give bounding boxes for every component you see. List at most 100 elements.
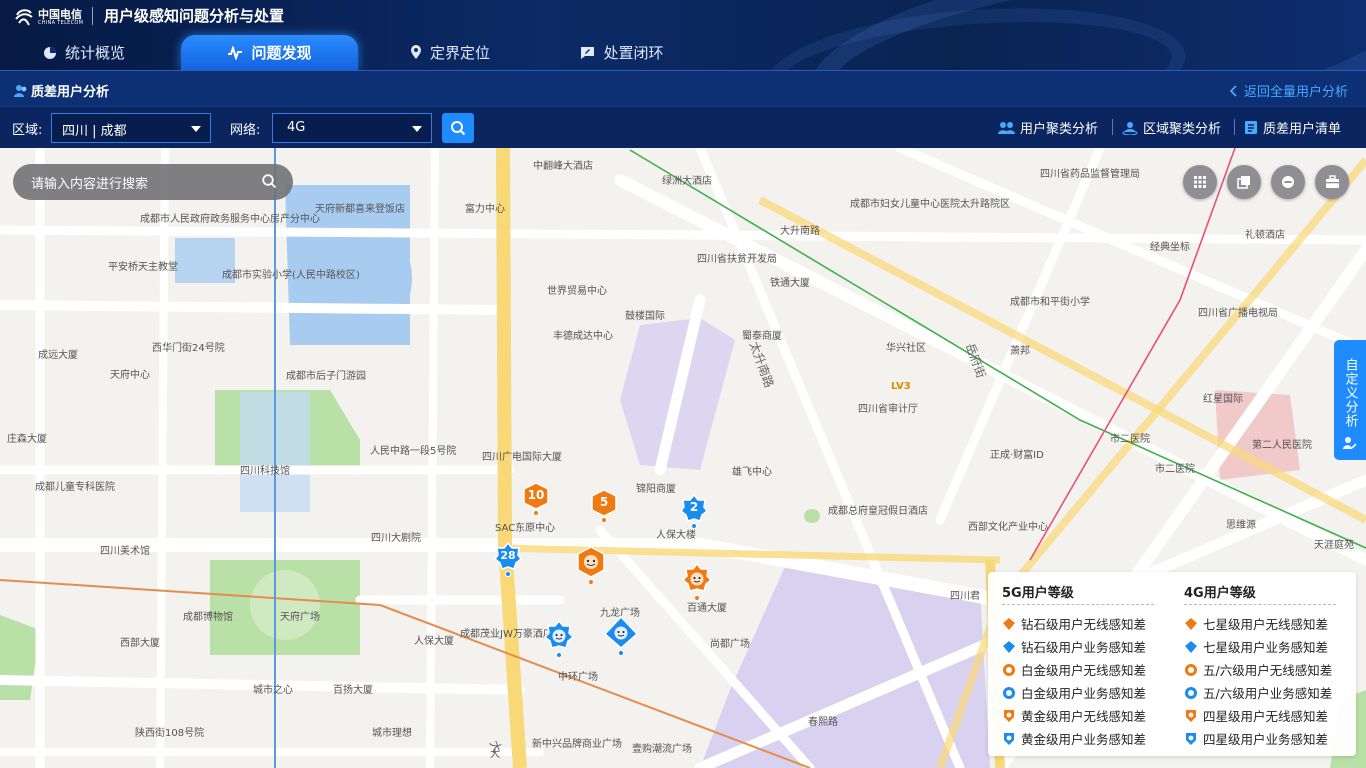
legend-item-label: 七星级用户无线感知差 [1203,617,1329,632]
list-icon [1245,121,1257,134]
legend-item: 白金级用户无线感知差 [1002,660,1146,679]
map-place-label: 人保大厦 [414,636,454,647]
network-select[interactable]: 4G [272,113,432,143]
map-place-label: 思维源 [1226,520,1256,531]
layers-tool-button[interactable] [1227,165,1261,199]
map-place-label: 成都茂业JW万豪酒店 [460,629,553,640]
legend-item-label: 四星级用户业务感知差 [1203,732,1329,747]
map-search-input[interactable]: 请输入内容进行搜索 [13,164,293,200]
custom-analysis-label: 自定义分析 [1342,358,1358,428]
blue-diamond-marker-icon [603,615,639,656]
logo-en: CHINA TELECOM [38,19,84,26]
legend-item-label: 四星级用户无线感知差 [1203,709,1329,724]
legend-item: 白金级用户业务感知差 [1002,683,1146,702]
orange-sun-marker-icon [681,562,713,601]
users-icon [14,84,27,97]
zoom-out-tool-button[interactable] [1271,165,1305,199]
marker-count: 10 [527,488,545,502]
divider [1112,119,1113,135]
map-place-label: 四川美术馆 [100,546,150,557]
marker-count: 5 [599,495,609,509]
tab-overview[interactable]: 统计概览 [24,35,144,70]
china-telecom-logo: 中国电信 CHINA TELECOM [14,6,83,28]
map-place-label: 成都博物馆 [183,612,233,623]
map-place-label: 四川科技馆 [240,466,290,477]
map-place-label: 西部文化产业中心 [968,522,1048,533]
network-label: 网络: [230,123,261,138]
grid-icon [1194,176,1206,188]
cluster-marker-orange-5[interactable]: 5 [591,489,617,523]
map-place-label: 成都儿童专科医院 [35,482,115,493]
legend-item: 黄金级用户无线感知差 [1002,706,1146,725]
region-select[interactable]: 四川 | 成都 [51,113,211,143]
toolbox-icon [1325,175,1339,188]
link-label: 质差用户清单 [1263,122,1342,137]
map-place-label: 大升南路 [780,226,820,237]
map-place-label: 四川省审计厅 [858,404,918,415]
map-place-label: 平安桥天主教堂 [108,262,178,273]
search-icon [451,121,466,136]
platinum-orange-icon [1003,663,1015,676]
tab-problem-discovery[interactable]: 问题发现 [181,35,358,70]
four-star-blue-icon [1186,732,1196,745]
map-place-label: 人民中路一段5号院 [370,446,457,457]
user-cluster-analysis-link[interactable]: 用户聚类分析 [998,118,1098,137]
seven-star-orange-icon [1185,617,1197,630]
map-place-label: 天涯庭苑 [1314,540,1354,551]
map-place-label: 锦阳商厦 [636,484,676,495]
chart-pie-icon [43,46,56,59]
search-button[interactable] [442,113,474,143]
user-marker-orange-sun[interactable] [681,562,713,603]
map-place-label: 成远大厦 [38,350,78,361]
map-place-label: 城市之心 [253,685,293,696]
map-place-label: 市二医院 [1110,434,1150,445]
tab-localization[interactable]: 定界定位 [390,35,510,70]
pulse-icon [228,45,243,60]
map-place-label: 礼顿酒店 [1245,230,1285,241]
map-place-label: 铁通大厦 [770,278,810,289]
link-label: 区域聚类分析 [1143,122,1222,137]
search-placeholder: 请输入内容进行搜索 [31,177,149,192]
map-place-label: 春熙路 [808,717,838,728]
cluster-marker-blue-28[interactable]: 28 [493,541,523,578]
tab-closed-loop[interactable]: 处置闭环 [562,35,682,70]
user-marker-blue-diamond[interactable] [603,615,639,658]
user-marker-blue-face[interactable] [543,619,575,660]
custom-analysis-tab[interactable]: 自定义分析 [1334,340,1366,460]
diamond-orange-icon [1003,617,1015,630]
grid-tool-button[interactable] [1183,165,1217,199]
area-cluster-analysis-link[interactable]: 区域聚类分析 [1122,118,1221,137]
map-legend: 5G用户等级 4G用户等级 钻石级用户无线感知差 钻石级用户业务感知差 白金级用户无… [988,572,1356,756]
section-bar: 质差用户分析 返回全量用户分析 [0,70,1366,107]
legend-item-label: 黄金级用户业务感知差 [1021,732,1147,747]
area-user-icon [1122,121,1138,135]
link-label: 用户聚类分析 [1020,122,1099,137]
minus-circle-icon [1282,176,1294,188]
region-select-value: 四川 | 成都 [62,124,127,139]
toolbox-tool-button[interactable] [1315,165,1349,199]
tab-label: 定界定位 [429,44,490,62]
cluster-marker-orange-10[interactable]: 10 [523,482,549,516]
seven-star-blue-icon [1185,640,1197,653]
map-place-label: 城市理想 [372,728,412,739]
map-place-label: 中翻峰大酒店 [533,161,593,172]
map-place-label: 绿洲大酒店 [662,176,712,187]
legend-5g-title: 5G用户等级 [1002,586,1074,601]
orange-user-marker-icon [577,546,605,585]
legend-item: 七星级用户业务感知差 [1184,637,1328,656]
map-place-label: 中环广场 [558,672,598,683]
chevron-left-icon [1229,84,1237,97]
map-place-label: 四川大剧院 [371,533,421,544]
poor-quality-user-list-link[interactable]: 质差用户清单 [1244,118,1341,137]
five-six-blue-icon [1185,686,1197,699]
user-marker-orange-face[interactable] [576,546,606,586]
search-icon[interactable] [262,174,277,189]
cluster-marker-blue-2[interactable]: 2 [679,493,709,530]
map-place-label: 壹购潮流广场 [632,744,692,755]
legend-item: 钻石级用户业务感知差 [1002,637,1146,656]
map-place-label: 百扬大厦 [333,685,373,696]
back-to-all-users-link[interactable]: 返回全量用户分析 [1229,81,1348,100]
section-title: 质差用户分析 [14,81,109,100]
legend-item: 五/六级用户业务感知差 [1184,683,1332,702]
tab-label: 问题发现 [251,44,312,62]
